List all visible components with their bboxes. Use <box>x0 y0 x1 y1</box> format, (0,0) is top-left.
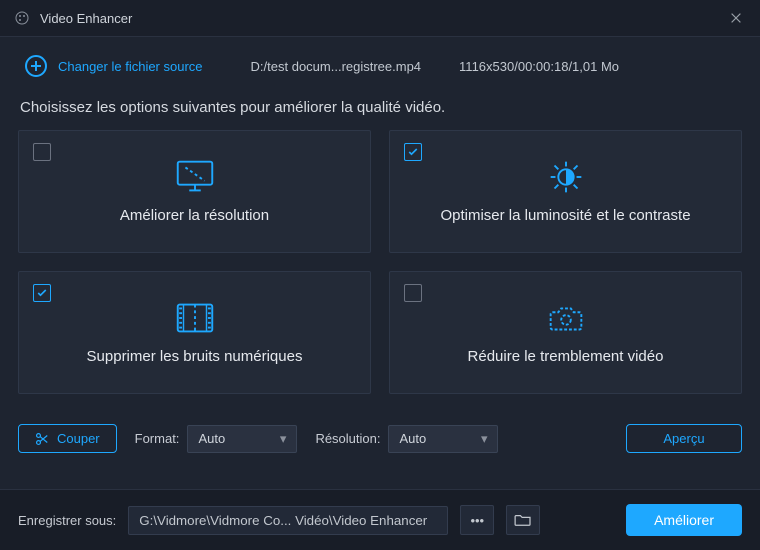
brightness-icon <box>543 157 589 197</box>
resolution-label: Résolution: <box>315 431 380 446</box>
card-brightness[interactable]: Optimiser la luminosité et le contraste <box>389 130 742 253</box>
cut-label: Couper <box>57 431 100 446</box>
source-toolbar: Changer le fichier source D:/test docum.… <box>0 37 760 95</box>
footer: Enregistrer sous: ••• Améliorer <box>0 489 760 550</box>
save-under-label: Enregistrer sous: <box>18 513 116 528</box>
checkbox-brightness[interactable] <box>404 143 422 161</box>
checkbox-noise[interactable] <box>33 284 51 302</box>
plus-circle-icon <box>24 54 48 78</box>
chevron-down-icon: ▾ <box>481 431 488 447</box>
checkbox-resolution[interactable] <box>33 143 51 161</box>
chevron-down-icon: ▾ <box>280 431 287 447</box>
format-group: Format: Auto ▾ <box>135 425 298 453</box>
resolution-value: Auto <box>399 431 426 446</box>
close-icon <box>729 11 743 25</box>
open-folder-button[interactable] <box>506 505 540 535</box>
card-noise[interactable]: Supprimer les bruits numériques <box>18 271 371 394</box>
card-brightness-label: Optimiser la luminosité et le contraste <box>402 207 728 226</box>
source-file-path: D:/test docum...registree.mp4 <box>251 59 422 74</box>
card-shake-label: Réduire le tremblement vidéo <box>430 348 702 367</box>
change-source-label: Changer le fichier source <box>58 59 203 74</box>
card-noise-label: Supprimer les bruits numériques <box>49 348 341 367</box>
monitor-icon <box>172 157 218 197</box>
preview-button[interactable]: Aperçu <box>626 424 742 453</box>
format-value: Auto <box>198 431 225 446</box>
source-file-info: 1116x530/00:00:18/1,01 Mo <box>459 59 619 74</box>
cut-button[interactable]: Couper <box>18 424 117 453</box>
app-title: Video Enhancer <box>40 11 726 26</box>
format-select[interactable]: Auto ▾ <box>187 425 297 453</box>
save-path-input[interactable] <box>128 506 448 535</box>
titlebar: Video Enhancer <box>0 0 760 37</box>
dots-icon: ••• <box>470 513 484 528</box>
instruction-text: Choisissez les options suivantes pour am… <box>20 99 740 116</box>
palette-icon <box>14 10 30 26</box>
resolution-select[interactable]: Auto ▾ <box>388 425 498 453</box>
resolution-group: Résolution: Auto ▾ <box>315 425 498 453</box>
close-button[interactable] <box>726 8 746 28</box>
card-resolution[interactable]: Améliorer la résolution <box>18 130 371 253</box>
card-shake[interactable]: Réduire le tremblement vidéo <box>389 271 742 394</box>
controls-row: Couper Format: Auto ▾ Résolution: Auto ▾… <box>18 424 742 453</box>
filmstrip-icon <box>172 298 218 338</box>
card-resolution-label: Améliorer la résolution <box>82 207 307 226</box>
change-source-button[interactable]: Changer le fichier source <box>24 54 203 78</box>
camera-icon <box>543 298 589 338</box>
format-label: Format: <box>135 431 180 446</box>
folder-icon <box>514 513 532 527</box>
preview-label: Aperçu <box>663 431 704 446</box>
checkbox-shake[interactable] <box>404 284 422 302</box>
enhance-button[interactable]: Améliorer <box>626 504 742 536</box>
main-content: Choisissez les options suivantes pour am… <box>0 95 760 489</box>
scissors-icon <box>35 432 49 446</box>
enhance-label: Améliorer <box>654 512 714 528</box>
options-grid: Améliorer la résolution <box>18 130 742 394</box>
more-options-button[interactable]: ••• <box>460 505 494 535</box>
